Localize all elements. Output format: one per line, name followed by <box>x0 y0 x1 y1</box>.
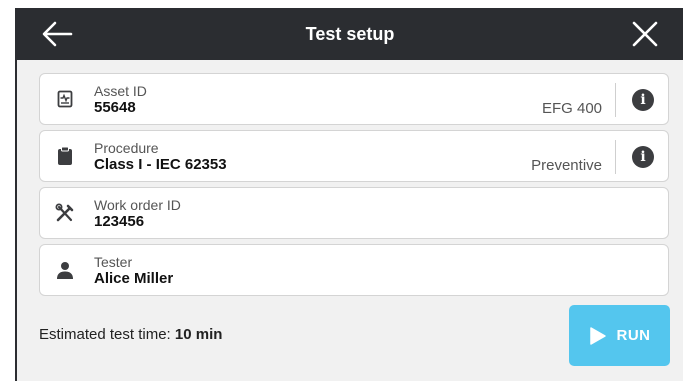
asset-id-value: 55648 <box>94 99 136 116</box>
procedure-field[interactable]: Procedure Class I - IEC 62353 Preventive… <box>39 130 669 182</box>
test-setup-screen: Test setup Asset ID 55648 EFG 400 i Proc… <box>15 8 683 381</box>
work-order-value: 123456 <box>94 213 145 230</box>
asset-model: EFG 400 <box>541 100 602 117</box>
close-button[interactable] <box>619 8 671 60</box>
procedure-value: Class I - IEC 62353 <box>94 156 227 173</box>
run-button-label: RUN <box>616 327 651 344</box>
play-icon <box>589 326 606 345</box>
info-icon[interactable]: i <box>632 89 654 111</box>
info-icon[interactable]: i <box>632 146 654 168</box>
estimated-time: Estimated test time: 10 min <box>39 326 222 343</box>
asset-device-icon <box>57 90 73 108</box>
asset-id-label: Asset ID <box>94 83 147 99</box>
work-order-field[interactable]: Work order ID 123456 <box>39 187 669 239</box>
procedure-type: Preventive <box>531 157 602 174</box>
tester-value: Alice Miller <box>94 270 174 287</box>
estimated-time-label: Estimated test time: <box>39 326 171 343</box>
asset-id-field[interactable]: Asset ID 55648 EFG 400 i <box>39 73 669 125</box>
person-icon <box>57 262 73 279</box>
work-order-label: Work order ID <box>94 197 181 213</box>
close-icon <box>632 21 658 47</box>
header-bar: Test setup <box>17 8 683 60</box>
tools-icon <box>55 203 74 222</box>
run-button[interactable]: RUN <box>569 305 670 366</box>
page-title: Test setup <box>305 23 395 44</box>
estimated-time-value: 10 min <box>174 326 223 343</box>
divider <box>615 83 616 117</box>
tester-field[interactable]: Tester Alice Miller <box>39 244 669 296</box>
procedure-label: Procedure <box>94 140 159 156</box>
clipboard-icon <box>58 146 72 165</box>
tester-label: Tester <box>94 254 133 270</box>
arrow-left-icon <box>42 21 73 47</box>
divider <box>615 140 616 174</box>
back-button[interactable] <box>31 8 83 60</box>
